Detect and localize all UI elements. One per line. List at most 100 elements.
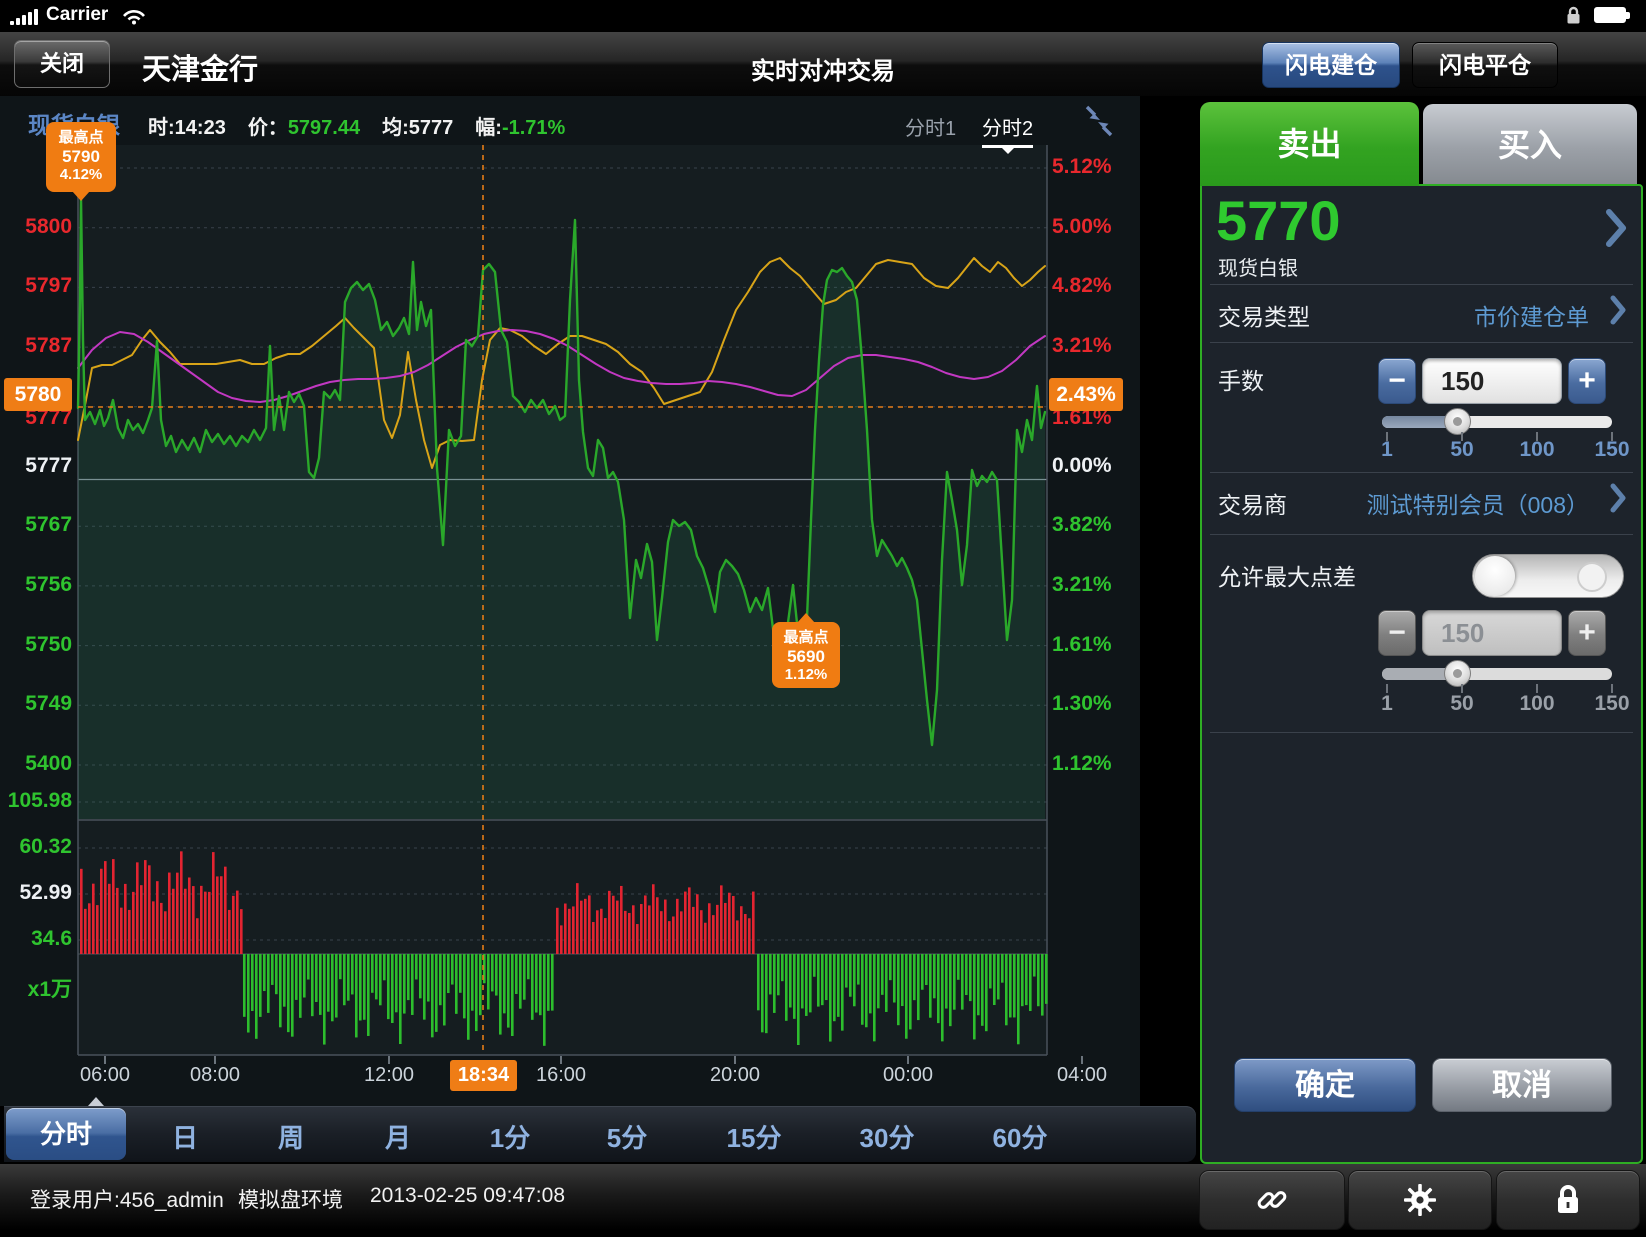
lots-input[interactable] <box>1422 358 1562 404</box>
pct-axis-label: 3.82% <box>1052 513 1142 537</box>
broker-label: 交易商 <box>1218 486 1287 520</box>
current-price-level-badge: 5780 <box>4 378 72 411</box>
quote-price: 价：5797.44 <box>248 111 360 140</box>
tab-minute-chart-1[interactable]: 分时1 <box>905 112 956 141</box>
pct-axis-label: 1.61% <box>1052 633 1142 657</box>
crosshair-time-badge: 18:34 <box>450 1060 517 1091</box>
quote-time: 时:14:23 <box>148 111 226 140</box>
order-symbol: 现货白银 <box>1218 252 1298 281</box>
buy-tab[interactable]: 买入 <box>1423 104 1637 186</box>
lock-button[interactable] <box>1496 1170 1640 1230</box>
trade-type-label: 交易类型 <box>1218 298 1310 332</box>
max-spread-toggle[interactable] <box>1472 554 1624 598</box>
broker-value[interactable]: 测试特别会员（008） <box>1367 486 1589 520</box>
lots-decrease-button[interactable]: − <box>1378 358 1416 404</box>
period-tab-6[interactable]: 15分 <box>727 1118 782 1155</box>
broker-chevron-icon[interactable] <box>1610 482 1627 519</box>
slider-tick-label: 150 <box>1594 438 1629 462</box>
carrier-label: Carrier <box>46 4 108 26</box>
order-panel-body: 5770 现货白银 交易类型 市价建仓单 手数 − + 150100150 交易… <box>1200 184 1643 1164</box>
current-pct-level-badge: 2.43% <box>1049 378 1123 411</box>
link-icon <box>1255 1183 1289 1217</box>
volume-axis-label: x1万 <box>0 973 72 1003</box>
period-tab-5[interactable]: 5分 <box>607 1118 647 1155</box>
slider-tick-label: 50 <box>1450 438 1473 462</box>
period-tab-1[interactable]: 日 <box>172 1118 198 1155</box>
confirm-button[interactable]: 确定 <box>1234 1058 1416 1112</box>
pct-axis-label: 1.12% <box>1052 752 1142 776</box>
pct-axis-label: 3.21% <box>1052 573 1142 597</box>
quote-average: 均:5777 <box>382 111 453 140</box>
chart-callout-high: 最高点 5790 4.12% <box>46 122 116 192</box>
time-axis-label: 12:00 <box>364 1064 414 1087</box>
link-button[interactable] <box>1199 1170 1345 1230</box>
price-axis-label: 5756 <box>0 573 72 597</box>
price-chevron-icon[interactable] <box>1605 206 1627 255</box>
volume-axis-label: 52.99 <box>0 881 72 905</box>
slider-tick-label: 100 <box>1519 438 1554 462</box>
toggle-knob[interactable] <box>1475 556 1515 596</box>
price-axis-label: 5749 <box>0 692 72 716</box>
volume-axis-label: 105.98 <box>0 789 72 813</box>
environment-label: 模拟盘环境 <box>238 1184 343 1214</box>
status-bar: Carrier <box>0 0 1646 32</box>
slider-tick-label: 100 <box>1519 692 1554 716</box>
quote-change: 幅:-1.71% <box>475 111 565 140</box>
price-volume-chart[interactable] <box>0 96 1140 1106</box>
price-axis-label: 5777 <box>0 454 72 478</box>
wifi-icon <box>122 7 146 30</box>
pct-axis-label: 4.82% <box>1052 274 1142 298</box>
pct-axis-label: 5.00% <box>1052 215 1142 239</box>
lots-slider-thumb[interactable] <box>1444 408 1471 435</box>
pct-axis-label: 1.30% <box>1052 692 1142 716</box>
lots-label: 手数 <box>1218 362 1264 396</box>
trading-app: Carrier 关闭 天津金行 实时对冲交易 闪电建仓 闪电平仓 现货白银 时:… <box>0 0 1646 1237</box>
trade-type-value[interactable]: 市价建仓单 <box>1474 298 1589 332</box>
time-axis-label: 00:00 <box>883 1064 933 1087</box>
price-axis-label: 5750 <box>0 633 72 657</box>
battery-icon <box>1594 7 1626 23</box>
close-button[interactable]: 关闭 <box>14 40 110 88</box>
signal-strength-icon <box>10 8 38 25</box>
sell-tab[interactable]: 卖出 <box>1200 102 1419 186</box>
quote-readout: 时:14:23 价：5797.44 均:5777 幅:-1.71% <box>148 111 565 140</box>
price-axis-label: 5400 <box>0 752 72 776</box>
price-axis-label: 5767 <box>0 513 72 537</box>
lots-slider[interactable] <box>1382 416 1612 428</box>
trade-type-chevron-icon[interactable] <box>1610 294 1627 331</box>
flash-close-position-button[interactable]: 闪电平仓 <box>1412 42 1558 88</box>
period-tab-4[interactable]: 1分 <box>490 1118 530 1155</box>
pct-axis-label: 5.12% <box>1052 155 1142 179</box>
lots-increase-button[interactable]: + <box>1568 358 1606 404</box>
order-panel: 卖出 买入 5770 现货白银 交易类型 市价建仓单 手数 − + 150 100… <box>1200 102 1643 1162</box>
flash-open-position-button[interactable]: 闪电建仓 <box>1262 42 1400 88</box>
selected-tab-notch <box>88 1097 104 1106</box>
logged-in-user-label: 登录用户:456_admin <box>30 1184 224 1214</box>
time-axis-label: 08:00 <box>190 1064 240 1087</box>
collapse-chart-icon[interactable] <box>1082 104 1116 143</box>
navigation-bar: 关闭 天津金行 实时对冲交易 闪电建仓 闪电平仓 <box>0 32 1646 97</box>
period-tab-bar: 分时 日 周 月 1分 5分 15分 30分 60分 <box>4 1106 1196 1162</box>
time-axis-label: 06:00 <box>80 1064 130 1087</box>
max-spread-label: 允许最大点差 <box>1218 558 1356 592</box>
pct-axis-label: 0.00% <box>1052 454 1142 478</box>
settings-button[interactable] <box>1348 1170 1492 1230</box>
orientation-lock-icon <box>1566 6 1581 30</box>
spread-slider[interactable] <box>1382 668 1612 680</box>
spread-input[interactable] <box>1422 610 1562 656</box>
lock-icon <box>1554 1183 1582 1217</box>
period-tab-3[interactable]: 月 <box>385 1118 411 1155</box>
app-title: 天津金行 <box>142 46 258 88</box>
volume-axis-label: 60.32 <box>0 835 72 859</box>
period-tab-8[interactable]: 60分 <box>993 1118 1048 1155</box>
spread-decrease-button[interactable]: − <box>1378 610 1416 656</box>
spread-slider-thumb[interactable] <box>1444 660 1471 687</box>
tab-minute-chart-2[interactable]: 分时2 <box>982 112 1033 148</box>
spread-increase-button[interactable]: + <box>1568 610 1606 656</box>
period-tab-7[interactable]: 30分 <box>860 1118 915 1155</box>
period-tab-2[interactable]: 周 <box>278 1118 304 1155</box>
price-axis-label: 5787 <box>0 334 72 358</box>
cancel-button[interactable]: 取消 <box>1432 1058 1612 1112</box>
order-price: 5770 <box>1216 188 1341 253</box>
period-tab-minute[interactable]: 分时 <box>6 1108 126 1160</box>
